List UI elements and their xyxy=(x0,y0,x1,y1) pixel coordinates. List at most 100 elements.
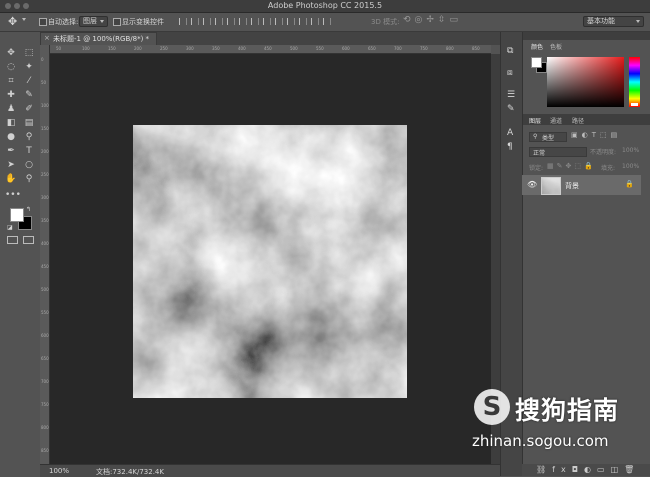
ruler-tick-label: 550 xyxy=(41,310,49,315)
auto-select-checkbox[interactable] xyxy=(39,18,47,26)
layer-filter-icons[interactable]: ▣◐T⬚▤ xyxy=(571,131,621,139)
hand-tool-icon[interactable]: ✋ xyxy=(5,174,17,185)
lock-icons[interactable]: ▦✎✥⬚🔒 xyxy=(547,162,596,170)
ruler-tick-label: 150 xyxy=(41,126,49,131)
hue-slider[interactable] xyxy=(629,57,640,107)
title-bar: Adobe Photoshop CC 2015.5 xyxy=(0,0,650,13)
auto-select-dropdown[interactable]: 图层 xyxy=(79,16,108,27)
paragraph-panel-icon[interactable]: ¶ xyxy=(507,142,513,152)
lock-label: 锁定: xyxy=(529,165,544,172)
ruler-tick-label: 350 xyxy=(41,218,49,223)
adjustments-panel-icon[interactable]: ☰ xyxy=(507,90,515,100)
tab-paths[interactable]: 路径 xyxy=(572,116,584,125)
crop-tool-icon[interactable]: ⌗ xyxy=(5,76,17,87)
tools-panel: ✥ ⬚ ◌ ✦ ⌗ ⁄ ✚ ✎ ♟ ✐ ◧ ▤ ● ⚲ ✒ T ➤ ○ ✋ ⚲ … xyxy=(3,46,38,466)
healing-brush-tool-icon[interactable]: ✚ xyxy=(5,90,17,101)
ruler-tick-label: 100 xyxy=(41,103,49,108)
ruler-tick-label: 600 xyxy=(41,333,49,338)
show-transform-label: 显示变换控件 xyxy=(122,18,164,26)
eraser-tool-icon[interactable]: ◧ xyxy=(5,118,17,129)
document-tab[interactable]: × 未标题-1 @ 100%(RGB/8*) * xyxy=(40,32,157,45)
tab-channels[interactable]: 通道 xyxy=(550,116,562,125)
auto-select-label: 自动选择: xyxy=(48,18,79,26)
lasso-tool-icon[interactable]: ◌ xyxy=(5,62,17,73)
foreground-color-swatch[interactable] xyxy=(10,208,24,222)
fill-label: 填充: xyxy=(601,165,616,172)
layer-filter-dropdown[interactable]: ⚲ 类型 xyxy=(529,132,567,142)
tab-swatches[interactable]: 色板 xyxy=(550,42,562,51)
3d-mode-icons[interactable]: ⟲◎✢⇳▭ xyxy=(403,15,462,25)
tool-preset-dropdown-icon[interactable] xyxy=(22,18,26,21)
marquee-tool-icon[interactable]: ⬚ xyxy=(23,48,35,59)
ruler-tick-label: 800 xyxy=(41,425,49,430)
history-brush-tool-icon[interactable]: ✐ xyxy=(23,104,35,115)
ruler-tick-label: 850 xyxy=(41,448,49,453)
visibility-eye-icon[interactable]: 👁 xyxy=(527,180,537,189)
more-tools-icon[interactable]: ••• xyxy=(5,190,21,201)
zoom-level[interactable]: 100% xyxy=(49,467,69,475)
hue-slider-handle[interactable] xyxy=(631,103,638,106)
ruler-tick-label: 200 xyxy=(134,46,142,51)
ruler-tick-label: 600 xyxy=(342,46,350,51)
default-colors-icon[interactable]: ◪ xyxy=(7,224,13,231)
brush-tool-icon[interactable]: ✎ xyxy=(23,90,35,101)
color-picker-field[interactable] xyxy=(547,57,624,107)
watermark-logo: S xyxy=(474,389,510,425)
quick-mask-icon[interactable] xyxy=(7,236,18,244)
blur-tool-icon[interactable]: ● xyxy=(5,132,17,143)
opacity-value[interactable]: 100% xyxy=(622,147,639,154)
tab-layers[interactable]: 图层 xyxy=(529,116,541,125)
history-panel-icon[interactable]: ⧉ xyxy=(507,46,513,56)
tab-color[interactable]: 颜色 xyxy=(531,42,543,51)
brush-panel-icon[interactable]: ✎ xyxy=(507,104,515,114)
workspace-dropdown[interactable]: 基本功能 xyxy=(583,16,644,27)
ruler-tick-label: 650 xyxy=(368,46,376,51)
type-tool-icon[interactable]: T xyxy=(23,146,35,157)
ruler-tick-label: 400 xyxy=(41,241,49,246)
ruler-tick-label: 550 xyxy=(316,46,324,51)
gradient-tool-icon[interactable]: ▤ xyxy=(23,118,35,129)
ruler-tick-label: 200 xyxy=(41,149,49,154)
layer-action-icons[interactable]: ⛓fx◘◐▭◫🗑 xyxy=(536,465,640,474)
layer-lock-icon: 🔒 xyxy=(625,180,634,188)
align-buttons[interactable] xyxy=(177,17,333,25)
ruler-tick-label: 100 xyxy=(82,46,90,51)
layer-row[interactable]: 👁 背景 🔒 xyxy=(522,175,641,195)
close-tab-icon[interactable]: × xyxy=(44,34,50,42)
ruler-tick-label: 700 xyxy=(394,46,402,51)
pen-tool-icon[interactable]: ✒ xyxy=(5,146,17,157)
ruler-tick-label: 750 xyxy=(41,402,49,407)
document-image-clouds[interactable] xyxy=(133,125,407,398)
ruler-tick-label: 450 xyxy=(264,46,272,51)
screen-mode-icon[interactable] xyxy=(23,236,34,244)
move-tool-icon[interactable]: ✥ xyxy=(8,15,17,28)
ruler-tick-label: 500 xyxy=(41,287,49,292)
color-panel-foreground[interactable] xyxy=(531,57,542,68)
character-panel-icon[interactable]: A xyxy=(507,128,513,138)
layer-thumbnail xyxy=(541,177,561,195)
ruler-tick-label: 150 xyxy=(108,46,116,51)
layers-panel-header xyxy=(523,114,650,125)
show-transform-checkbox[interactable] xyxy=(113,18,121,26)
eyedropper-tool-icon[interactable]: ⁄ xyxy=(23,76,35,87)
dodge-tool-icon[interactable]: ⚲ xyxy=(23,132,35,143)
ruler-tick-label: 500 xyxy=(290,46,298,51)
zoom-tool-icon[interactable]: ⚲ xyxy=(23,174,35,185)
swap-colors-icon[interactable]: ↰ xyxy=(26,206,31,213)
status-bar: 100% 文档:732.4K/732.4K xyxy=(40,464,500,477)
move-tool-icon[interactable]: ✥ xyxy=(5,48,17,59)
layer-name[interactable]: 背景 xyxy=(565,181,579,191)
blend-mode-dropdown[interactable]: 正常 xyxy=(529,147,587,157)
magic-wand-tool-icon[interactable]: ✦ xyxy=(23,62,35,73)
fill-value[interactable]: 100% xyxy=(622,163,639,170)
ruler-tick-label: 450 xyxy=(41,264,49,269)
clone-stamp-tool-icon[interactable]: ♟ xyxy=(5,104,17,115)
ruler-tick-label: 300 xyxy=(41,195,49,200)
ruler-tick-label: 50 xyxy=(56,46,62,51)
properties-panel-icon[interactable]: ⧈ xyxy=(507,68,513,78)
ruler-tick-label: 400 xyxy=(238,46,246,51)
path-selection-tool-icon[interactable]: ➤ xyxy=(5,160,17,171)
horizontal-ruler: 50 100 150 200 250 300 350 400 450 500 550 600 650 70… xyxy=(50,45,491,54)
ruler-tick-label: 250 xyxy=(41,172,49,177)
ellipse-tool-icon[interactable]: ○ xyxy=(23,160,35,171)
